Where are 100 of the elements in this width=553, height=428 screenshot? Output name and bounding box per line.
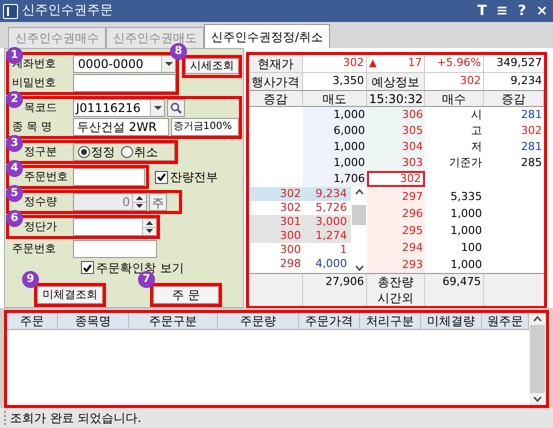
table-cell: 302: [303, 55, 367, 72]
title-button[interactable]: ?: [514, 0, 530, 22]
window-title: 신주인수권주문: [22, 2, 113, 20]
password-field[interactable]: [73, 74, 176, 92]
table-cell-text: 1,274: [314, 229, 348, 243]
number-badge: 3: [6, 135, 23, 152]
column-header[interactable]: 미체결량: [421, 313, 482, 329]
table-cell: 303: [367, 155, 425, 171]
dropdown-icon[interactable]: [161, 56, 175, 72]
column-header[interactable]: 종목명: [58, 313, 129, 329]
scroll-down-icon[interactable]: [533, 396, 542, 402]
checkbox[interactable]: [155, 170, 168, 184]
radio-button[interactable]: [121, 146, 133, 158]
price-field[interactable]: [73, 218, 157, 236]
scroll-up-icon[interactable]: [533, 316, 542, 322]
table-cell: 27,906: [303, 274, 367, 306]
table-cell: 304: [367, 139, 425, 155]
table-cell-text: 기준가: [448, 155, 483, 171]
table-cell-text: 302: [279, 187, 302, 201]
table-cell: 6,000: [303, 123, 367, 139]
scroll-up-icon[interactable]: [354, 189, 364, 195]
number-badge: 5: [6, 185, 23, 202]
field-label: 목코드: [23, 100, 58, 116]
column-header[interactable]: 주문구분: [129, 313, 218, 329]
number-badge: 4: [6, 160, 23, 177]
app-icon: [3, 4, 18, 18]
order-number-field[interactable]: [73, 240, 157, 258]
column-header[interactable]: 주문: [7, 313, 58, 329]
table-cell-text: 302: [520, 123, 543, 139]
name-field: 두산건설 2WR: [73, 118, 170, 136]
table-cell-text: 3,000: [314, 215, 348, 229]
table-cell-text: 1,000: [450, 206, 483, 222]
column-header: 15:30:32: [367, 91, 425, 106]
row-header: 행사가격: [249, 73, 303, 90]
radio-label[interactable]: 정정: [91, 143, 115, 161]
table-cell-text: 301: [279, 215, 302, 229]
table-cell-text: 저: [470, 139, 483, 155]
column-header: 증감: [249, 91, 303, 106]
checkbox[interactable]: [81, 261, 94, 274]
table-cell: 306: [367, 107, 425, 123]
table-cell: 시간외: [378, 290, 414, 306]
column-header: 매수: [425, 91, 484, 106]
scroll-down-icon[interactable]: [354, 265, 364, 271]
table-cell: 295: [367, 222, 425, 239]
pending-orders-button[interactable]: 미체결조회: [37, 286, 103, 304]
grip-icon: [4, 411, 7, 425]
scrollbar[interactable]: [529, 313, 546, 405]
table-cell: 총잔량: [378, 274, 414, 290]
radio-button[interactable]: [78, 146, 90, 158]
scroll-thumb[interactable]: [530, 325, 545, 393]
table-cell: 294: [367, 239, 425, 256]
table-cell-text: 100: [460, 240, 483, 256]
checkbox-label[interactable]: 잔량전부: [170, 168, 218, 186]
field-label: 주문번호: [23, 168, 69, 185]
scroll-thumb[interactable]: [352, 205, 366, 225]
order-button[interactable]: 주 문: [153, 286, 219, 304]
table-cell-text: 300: [279, 243, 302, 257]
field-label: 주문번호: [11, 241, 57, 257]
table-cell-text: 1: [339, 243, 348, 257]
table-cell: 302: [367, 171, 425, 187]
spinner-arrows-icon[interactable]: [142, 219, 156, 235]
table-cell: +5.96%: [425, 55, 484, 72]
column-header: 증감: [484, 91, 544, 106]
table-cell: 69,475: [425, 274, 484, 306]
table-cell-text: 5,335: [450, 189, 483, 205]
table-cell-text: 9,234: [510, 73, 543, 89]
table-cell-text: 5,726: [314, 201, 348, 215]
column-header[interactable]: 주문가격: [299, 313, 360, 329]
column-header[interactable]: 주문량: [218, 313, 299, 329]
title-button[interactable]: T: [474, 0, 490, 22]
account-dropdown[interactable]: 0000-0000: [73, 55, 176, 73]
table-cell: 293: [367, 256, 425, 273]
dropdown-icon[interactable]: [150, 100, 164, 116]
table-cell: 1,000: [303, 107, 367, 123]
table-cell-text: 302: [279, 201, 302, 215]
table-cell-text: 고: [470, 123, 483, 139]
scrollbar[interactable]: [351, 187, 367, 273]
title-button[interactable]: ≡: [494, 0, 510, 22]
code-dropdown[interactable]: J01116216: [73, 99, 165, 117]
order-number-field[interactable]: [73, 168, 145, 186]
row-header: 예상정보: [367, 73, 425, 90]
table-cell: 296: [367, 205, 425, 222]
table-cell-text: 281: [520, 139, 543, 155]
field-label: 비밀번호: [11, 74, 57, 91]
table-cell-text: 시: [470, 107, 483, 123]
title-button[interactable]: ×: [534, 0, 550, 22]
quote-button[interactable]: 시세조회: [185, 58, 239, 74]
margin-field: 증거금100%: [171, 118, 239, 136]
number-badge: 2: [6, 91, 23, 108]
table-cell-text: 300: [279, 229, 302, 243]
tab[interactable]: 신주인수권정정/취소: [204, 24, 330, 48]
column-header[interactable]: 처리구분: [360, 313, 421, 329]
table-cell-text: 281: [520, 107, 543, 123]
search-icon[interactable]: [167, 99, 185, 117]
field-label: 종 목 명: [11, 118, 53, 135]
radio-label[interactable]: 취소: [134, 143, 158, 161]
table-cell: 302: [425, 73, 484, 90]
table-cell-text: 298: [279, 257, 302, 271]
table-cell-text: 17: [408, 55, 422, 72]
table-cell: 297: [367, 188, 425, 205]
